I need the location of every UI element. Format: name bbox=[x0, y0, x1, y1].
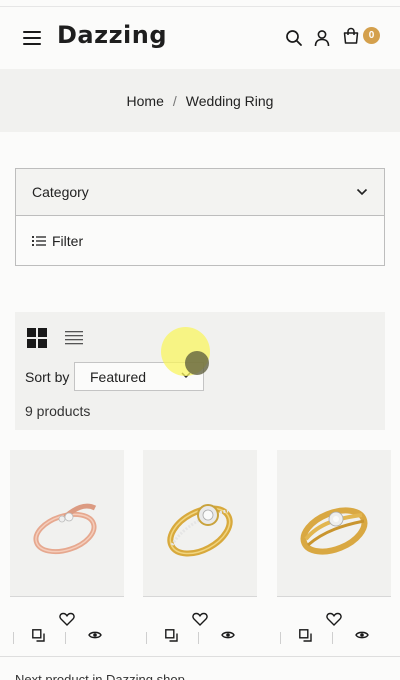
site-logo[interactable]: Dazzing bbox=[57, 21, 167, 49]
sort-by-label: Sort by bbox=[25, 369, 70, 385]
chevron-down-icon bbox=[356, 188, 368, 196]
product-actions bbox=[10, 626, 124, 646]
search-icon[interactable] bbox=[285, 29, 303, 47]
breadcrumb: Home / Wedding Ring bbox=[0, 69, 400, 132]
sort-selected-value: Featured bbox=[90, 368, 147, 385]
filter-panel: Category Filter bbox=[15, 168, 385, 266]
list-view-icon[interactable] bbox=[64, 328, 84, 348]
action-divider bbox=[146, 632, 147, 644]
compare-icon[interactable] bbox=[299, 629, 312, 642]
menu-icon[interactable] bbox=[23, 31, 41, 45]
footer-snippet: Next product in Dazzing shop bbox=[15, 672, 185, 680]
cart-icon[interactable] bbox=[342, 27, 360, 45]
action-divider bbox=[198, 632, 199, 644]
product-count: 9 products bbox=[25, 403, 91, 419]
action-divider bbox=[280, 632, 281, 644]
action-divider bbox=[13, 632, 14, 644]
product-actions bbox=[277, 626, 391, 646]
eye-icon[interactable] bbox=[355, 630, 369, 640]
eye-icon[interactable] bbox=[221, 630, 235, 640]
product-image[interactable] bbox=[143, 450, 257, 597]
heart-icon[interactable] bbox=[326, 611, 342, 627]
product-actions bbox=[143, 626, 257, 646]
category-label: Category bbox=[32, 184, 89, 200]
category-dropdown[interactable]: Category bbox=[16, 169, 384, 216]
action-divider bbox=[332, 632, 333, 644]
filter-label: Filter bbox=[52, 232, 84, 249]
product-card[interactable] bbox=[277, 450, 391, 644]
product-card[interactable] bbox=[143, 450, 257, 644]
breadcrumb-separator: / bbox=[172, 92, 177, 109]
gold-twisted-ring-image bbox=[300, 507, 368, 555]
site-header: Dazzing 0 bbox=[0, 7, 400, 69]
compare-icon[interactable] bbox=[165, 629, 178, 642]
product-image[interactable] bbox=[10, 450, 124, 597]
action-divider bbox=[65, 632, 66, 644]
gold-halo-ring-image bbox=[167, 504, 233, 557]
product-image[interactable] bbox=[277, 450, 391, 597]
filter-button[interactable]: Filter bbox=[16, 216, 384, 265]
cart-count-badge: 0 bbox=[363, 27, 380, 44]
breadcrumb-home[interactable]: Home bbox=[127, 93, 164, 109]
eye-icon[interactable] bbox=[88, 630, 102, 640]
heart-icon[interactable] bbox=[59, 611, 75, 627]
filter-list-icon bbox=[32, 235, 46, 246]
heart-icon[interactable] bbox=[192, 611, 208, 627]
compare-icon[interactable] bbox=[32, 629, 45, 642]
product-card[interactable] bbox=[10, 450, 124, 644]
mouse-cursor bbox=[185, 351, 209, 375]
grid-view-icon[interactable] bbox=[27, 328, 47, 348]
rose-gold-ring-image bbox=[33, 503, 97, 555]
section-divider bbox=[0, 656, 400, 657]
user-icon[interactable] bbox=[313, 29, 331, 47]
breadcrumb-current: Wedding Ring bbox=[185, 92, 274, 109]
